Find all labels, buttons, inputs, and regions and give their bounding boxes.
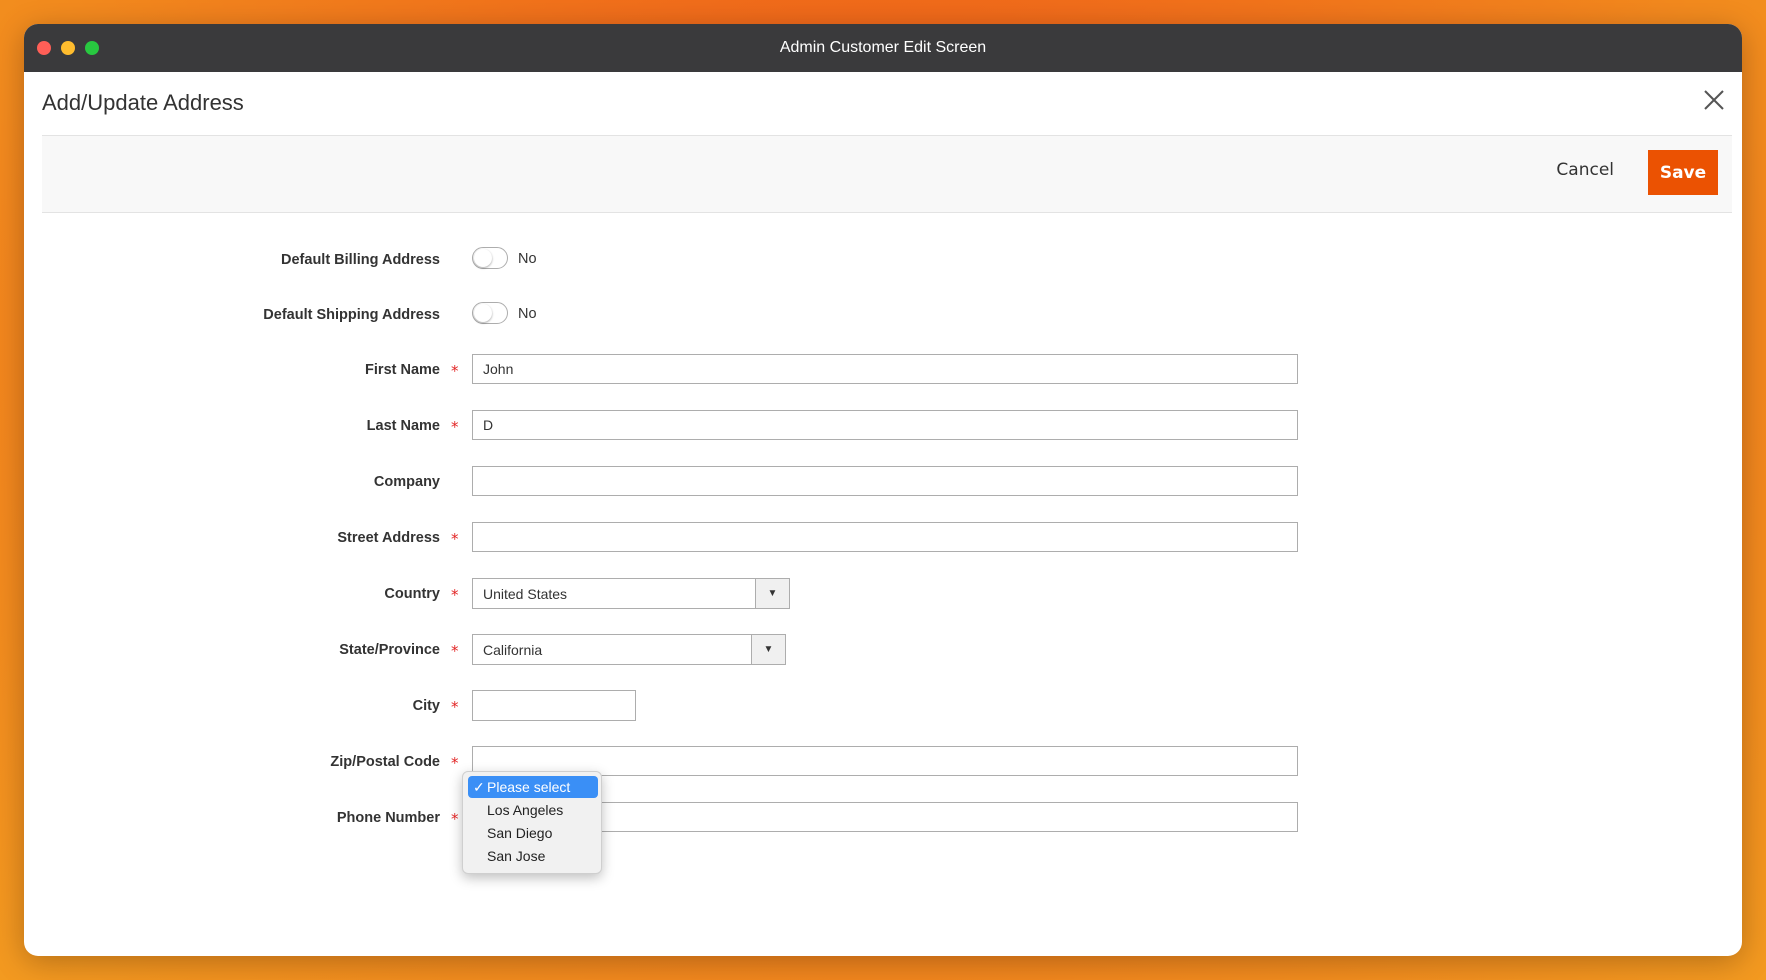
default-shipping-label: Default Shipping Address: [263, 307, 440, 323]
company-input[interactable]: [472, 466, 1298, 496]
required-marker: *: [451, 810, 459, 828]
field-default-billing: Default Billing Address No: [24, 244, 1742, 278]
field-phone: Phone Number *: [24, 802, 1742, 836]
city-option-please-select[interactable]: ✓ Please select: [468, 776, 598, 798]
field-first-name: First Name * John: [24, 354, 1742, 388]
field-city: City *: [24, 690, 1742, 724]
minimize-window-button[interactable]: [61, 41, 75, 55]
required-marker: *: [451, 362, 459, 380]
title-bar: Admin Customer Edit Screen: [24, 24, 1742, 72]
country-label: Country: [384, 586, 440, 602]
cancel-button[interactable]: Cancel: [1556, 160, 1614, 180]
last-name-label: Last Name: [366, 418, 440, 434]
first-name-input[interactable]: John: [472, 354, 1298, 384]
city-dropdown-menu: ✓ Please select Los Angeles San Diego Sa…: [462, 771, 602, 874]
field-default-shipping: Default Shipping Address No: [24, 299, 1742, 333]
city-select[interactable]: [472, 690, 636, 721]
window-title: Admin Customer Edit Screen: [779, 39, 987, 56]
city-option-los-angeles[interactable]: Los Angeles: [468, 799, 598, 821]
field-last-name: Last Name * D: [24, 410, 1742, 444]
required-marker: *: [451, 754, 459, 772]
company-label: Company: [373, 474, 440, 490]
chevron-down-icon: ▼: [755, 579, 789, 608]
first-name-label: First Name: [365, 362, 440, 378]
city-option-label: Please select: [487, 779, 571, 795]
state-value: California: [483, 642, 543, 658]
required-marker: *: [451, 642, 459, 660]
close-icon: [1704, 90, 1724, 110]
field-state: State/Province * California ▼: [24, 634, 1742, 668]
state-label: State/Province: [339, 642, 440, 658]
chevron-down-icon: ▼: [751, 635, 785, 664]
field-zip: Zip/Postal Code *: [24, 746, 1742, 780]
country-value: United States: [483, 586, 568, 602]
country-select[interactable]: United States ▼: [472, 578, 790, 609]
required-marker: *: [451, 418, 459, 436]
modal-action-bar: Cancel Save: [42, 135, 1732, 213]
state-select[interactable]: California ▼: [472, 634, 786, 665]
app-window: Admin Customer Edit Screen Add/Update Ad…: [24, 24, 1742, 956]
zip-label: Zip/Postal Code: [330, 754, 440, 770]
required-marker: *: [451, 586, 459, 604]
zoom-window-button[interactable]: [85, 41, 99, 55]
save-button[interactable]: Save: [1648, 150, 1718, 195]
city-label: City: [412, 698, 440, 714]
city-option-label: Los Angeles: [487, 802, 564, 818]
default-shipping-value: No: [518, 306, 537, 322]
last-name-input[interactable]: D: [472, 410, 1298, 440]
city-option-san-diego[interactable]: San Diego: [468, 822, 598, 844]
modal-title: Add/Update Address: [42, 90, 244, 115]
default-billing-label: Default Billing Address: [281, 252, 440, 268]
close-modal-button[interactable]: [1700, 86, 1728, 114]
street-address-label: Street Address: [337, 530, 440, 546]
city-option-label: San Diego: [487, 825, 553, 841]
street-address-input[interactable]: [472, 522, 1298, 552]
default-billing-toggle[interactable]: [472, 247, 508, 269]
toggle-knob: [474, 249, 492, 267]
required-marker: *: [451, 530, 459, 548]
city-option-san-jose[interactable]: San Jose: [468, 845, 598, 867]
checkmark-icon: ✓: [473, 779, 485, 795]
city-option-label: San Jose: [487, 848, 546, 864]
default-billing-value: No: [518, 251, 537, 267]
field-street-address: Street Address *: [24, 522, 1742, 556]
close-window-button[interactable]: [37, 41, 51, 55]
field-country: Country * United States ▼: [24, 578, 1742, 612]
window-controls: [37, 41, 99, 55]
toggle-knob: [474, 304, 492, 322]
phone-label: Phone Number: [336, 810, 440, 826]
default-shipping-toggle[interactable]: [472, 302, 508, 324]
field-company: Company: [24, 466, 1742, 500]
required-marker: *: [451, 698, 459, 716]
